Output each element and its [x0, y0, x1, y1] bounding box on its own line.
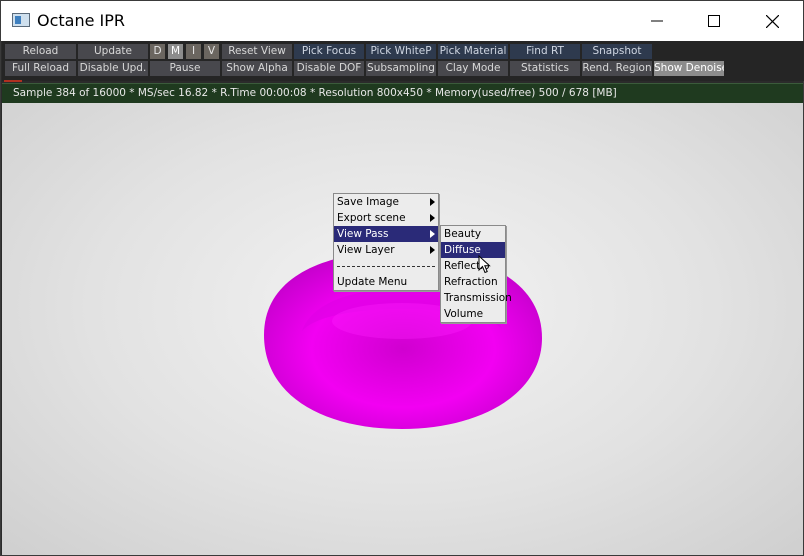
submenu-arrow-icon [430, 198, 435, 206]
subsampling-button[interactable]: Subsampling [366, 61, 436, 76]
view-pass-submenu: Beauty Diffuse Reflectio Refraction Tran… [440, 225, 512, 323]
d-toggle[interactable]: D [150, 44, 165, 59]
menu-item-update-menu[interactable]: Update Menu [334, 274, 438, 290]
submenu-item-refraction[interactable]: Refraction [441, 274, 505, 290]
toolbar: Reload Update D M I V Reset View Pick Fo… [2, 41, 804, 81]
context-menu: Save Image Export scene View Pass View L… [333, 193, 439, 291]
progress-indicator [4, 80, 22, 82]
maximize-button[interactable] [685, 1, 743, 41]
maximize-icon [708, 15, 720, 27]
mouse-cursor-icon [478, 255, 491, 274]
submenu-arrow-icon [430, 246, 435, 254]
submenu-item-diffuse[interactable]: Diffuse [441, 242, 505, 258]
menu-item-view-layer[interactable]: View Layer [334, 242, 438, 258]
menu-item-view-pass[interactable]: View Pass [334, 226, 438, 242]
snapshot-button[interactable]: Snapshot [582, 44, 652, 59]
submenu-item-reflection[interactable]: Reflectio [441, 258, 505, 274]
status-bar: Sample 384 of 16000 * MS/sec 16.82 * R.T… [2, 83, 803, 103]
rendered-torus [264, 251, 542, 429]
submenu-arrow-icon [430, 230, 435, 238]
close-icon [765, 14, 779, 28]
pick-focus-button[interactable]: Pick Focus [294, 44, 364, 59]
menu-item-export-scene[interactable]: Export scene [334, 210, 438, 226]
statistics-button[interactable]: Statistics [510, 61, 580, 76]
menu-item-save-image[interactable]: Save Image [334, 194, 438, 210]
close-button[interactable] [743, 1, 801, 41]
render-status-text: Sample 384 of 16000 * MS/sec 16.82 * R.T… [13, 87, 617, 99]
submenu-item-beauty[interactable]: Beauty [441, 226, 505, 242]
window-title: Octane IPR [37, 11, 126, 30]
reset-view-button[interactable]: Reset View [222, 44, 292, 59]
submenu-item-transmission[interactable]: Transmission [441, 290, 512, 306]
show-denoise-button[interactable]: Show Denoise [654, 61, 724, 76]
pick-whitep-button[interactable]: Pick WhiteP [366, 44, 436, 59]
reload-button[interactable]: Reload [5, 44, 76, 59]
update-button[interactable]: Update [78, 44, 148, 59]
pause-button[interactable]: Pause [150, 61, 220, 76]
disable-update-button[interactable]: Disable Upd. [78, 61, 148, 76]
menu-separator [334, 258, 438, 274]
submenu-item-volume[interactable]: Volume [441, 306, 505, 322]
minimize-icon [651, 20, 663, 22]
disable-dof-button[interactable]: Disable DOF [294, 61, 364, 76]
render-region-button[interactable]: Rend. Region [582, 61, 652, 76]
full-reload-button[interactable]: Full Reload [5, 61, 76, 76]
clay-mode-button[interactable]: Clay Mode [438, 61, 508, 76]
render-viewport[interactable]: Save Image Export scene View Pass View L… [2, 103, 803, 555]
submenu-arrow-icon [430, 214, 435, 222]
find-rt-button[interactable]: Find RT [510, 44, 580, 59]
i-toggle[interactable]: I [186, 44, 201, 59]
v-toggle[interactable]: V [204, 44, 219, 59]
minimize-button[interactable] [628, 1, 686, 41]
title-bar: Octane IPR [1, 1, 803, 41]
pick-material-button[interactable]: Pick Material [438, 44, 508, 59]
octane-ipr-window: Octane IPR Reload Update D M I V Reset V… [0, 0, 804, 556]
app-icon [12, 13, 30, 27]
show-alpha-button[interactable]: Show Alpha [222, 61, 292, 76]
m-toggle[interactable]: M [168, 44, 183, 59]
